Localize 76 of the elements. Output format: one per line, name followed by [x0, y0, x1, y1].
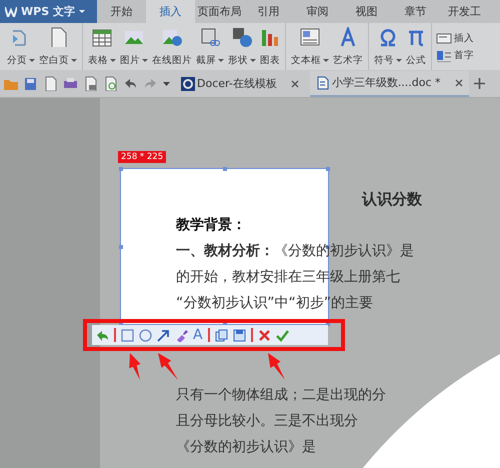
- paragraph-line: 只有一个物体组成；二是出现的分: [176, 386, 386, 405]
- document-title: 认识分数: [360, 189, 423, 210]
- ribbon-button[interactable]: 首字: [435, 48, 475, 62]
- close-icon[interactable]: [258, 328, 271, 342]
- copy-icon[interactable]: [214, 328, 228, 342]
- logo-icon: [5, 6, 17, 16]
- menu-tab[interactable]: 插入: [146, 0, 195, 23]
- ribbon-button[interactable]: 艺术字: [331, 23, 365, 70]
- document-tab[interactable]: 小学三年级数....doc *: [310, 70, 469, 96]
- arrow-icon[interactable]: [157, 328, 170, 342]
- drop-cap-icon: [436, 48, 452, 62]
- shapes-icon: [232, 27, 252, 47]
- menu-tab[interactable]: 开始: [97, 0, 146, 23]
- caret-icon[interactable]: [218, 59, 224, 62]
- close-icon[interactable]: [454, 78, 463, 86]
- caret-icon[interactable]: [323, 59, 329, 62]
- ribbon-button[interactable]: 分页: [5, 23, 37, 70]
- annotation-arrow: [129, 353, 140, 380]
- save-icon[interactable]: [232, 328, 246, 342]
- caret-icon[interactable]: [71, 59, 77, 62]
- menu-tab[interactable]: 开发工: [440, 0, 489, 23]
- print-preview-icon[interactable]: [83, 76, 98, 91]
- size-label: 258 * 225: [118, 151, 166, 163]
- annotation-arrow: [158, 353, 178, 380]
- caret-icon[interactable]: [78, 10, 85, 13]
- caret-icon[interactable]: [110, 59, 116, 62]
- caret-icon[interactable]: [29, 59, 35, 62]
- online-picture-icon: [162, 27, 182, 47]
- close-icon[interactable]: [290, 80, 299, 88]
- table-icon: [92, 27, 112, 47]
- caret-icon[interactable]: [396, 59, 402, 62]
- selection-frame[interactable]: [120, 168, 329, 325]
- text-box-icon: [300, 27, 320, 47]
- annotation-arrow: [268, 353, 285, 380]
- ribbon-button[interactable]: 插入: [435, 32, 475, 44]
- ribbon-button[interactable]: 在线图片: [150, 23, 194, 70]
- menu-tab[interactable]: 引用: [244, 0, 293, 23]
- caret-icon[interactable]: [250, 59, 256, 62]
- menu-tab[interactable]: 章节: [391, 0, 440, 23]
- ribbon-button[interactable]: 空白页: [37, 23, 79, 70]
- document-tab[interactable]: Docer-在线模板: [175, 72, 305, 96]
- document-icon[interactable]: [43, 76, 58, 91]
- document-icon: [316, 76, 330, 90]
- ribbon-button[interactable]: 形状: [226, 23, 258, 70]
- rectangle-icon[interactable]: [121, 328, 134, 342]
- ellipse-icon[interactable]: [139, 328, 152, 342]
- insert-icon: [436, 32, 452, 44]
- screenshot-icon: [200, 27, 220, 47]
- menu-tab[interactable]: 审阅: [293, 0, 342, 23]
- word-art-icon: [338, 27, 358, 47]
- caret-icon[interactable]: [142, 59, 148, 62]
- menu-tab[interactable]: 页面布局: [195, 0, 244, 23]
- ribbon-button[interactable]: 表格: [86, 23, 118, 70]
- omega-icon: [378, 27, 398, 47]
- print-icon[interactable]: [63, 76, 78, 91]
- ribbon-button[interactable]: 截屏: [194, 23, 226, 70]
- save-icon[interactable]: [23, 76, 38, 91]
- ribbon-button[interactable]: 公式: [404, 23, 428, 70]
- text-tool[interactable]: A: [193, 327, 203, 343]
- ribbon-button[interactable]: 符号: [372, 23, 404, 70]
- ribbon-button[interactable]: 图表: [258, 23, 282, 70]
- chart-icon: [260, 27, 280, 47]
- template-icon: [181, 76, 195, 90]
- ribbon-button[interactable]: 文本框: [289, 23, 331, 70]
- new-tab-icon[interactable]: [474, 78, 485, 89]
- undo-icon[interactable]: [96, 328, 109, 342]
- paragraph-line: 《分数的初步认识》是: [176, 438, 316, 457]
- paragraph-line: 且分母比较小。三是不出现分: [176, 412, 358, 431]
- section-heading: 教学背景：: [176, 216, 246, 235]
- preview-icon[interactable]: [103, 76, 118, 91]
- brush-icon[interactable]: [175, 328, 188, 342]
- caret-icon[interactable]: [163, 82, 170, 86]
- app-menu-button[interactable]: WPS 文字: [0, 0, 97, 23]
- ribbon-button[interactable]: 图片: [118, 23, 150, 70]
- check-icon[interactable]: [276, 328, 289, 342]
- menu-tab[interactable]: 视图: [342, 0, 391, 23]
